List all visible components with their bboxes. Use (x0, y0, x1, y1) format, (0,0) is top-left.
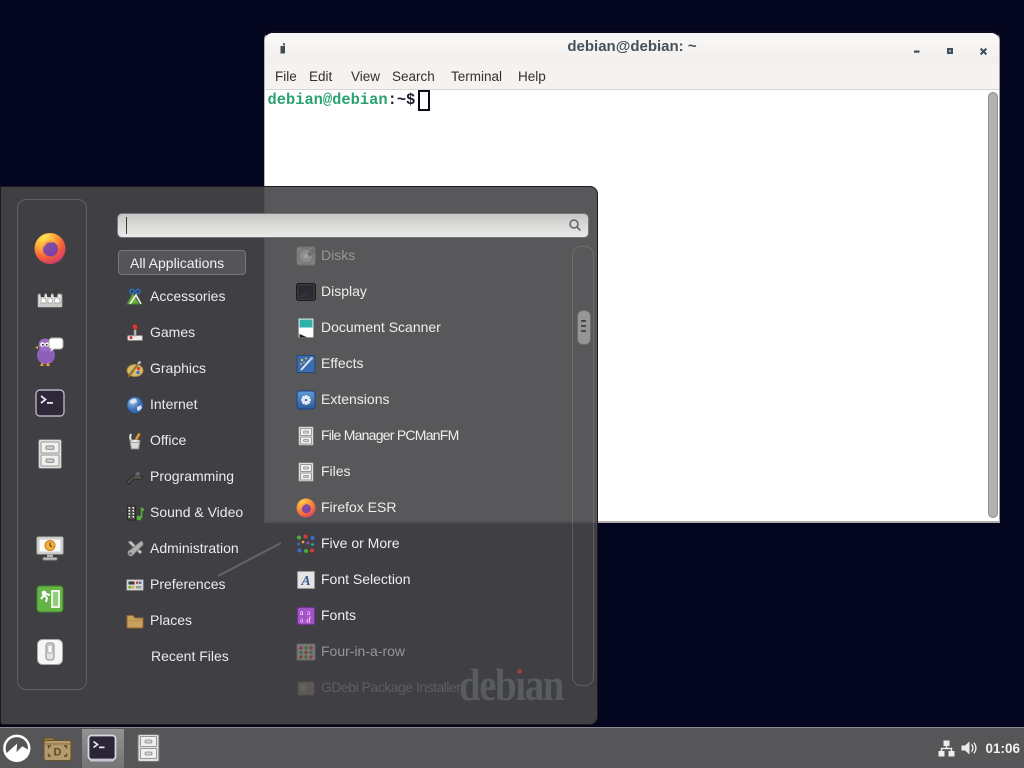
svg-text:D: D (54, 747, 62, 759)
svg-text:A: A (300, 574, 310, 589)
svg-text:a: a (300, 615, 304, 624)
